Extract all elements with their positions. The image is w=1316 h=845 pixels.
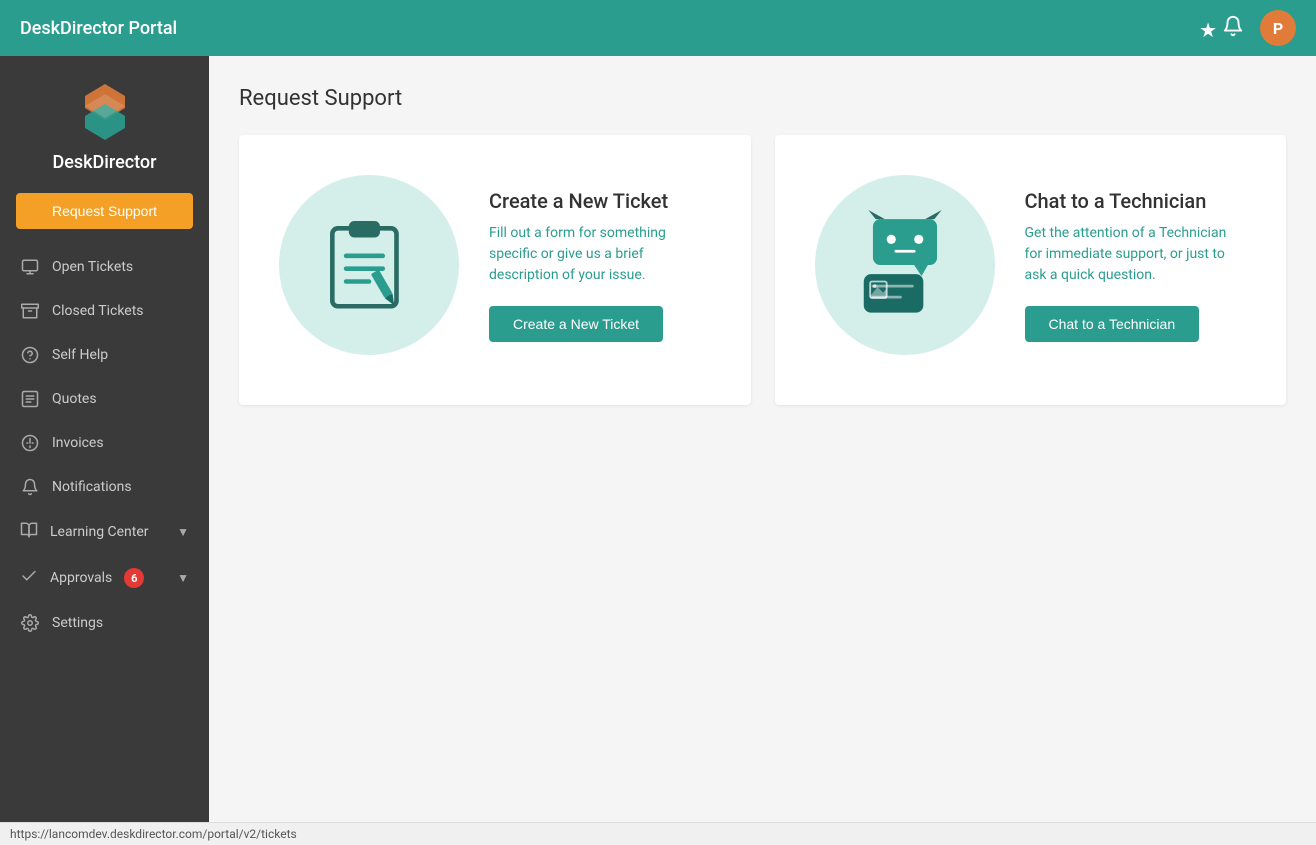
create-ticket-title: Create a New Ticket — [489, 189, 711, 213]
statusbar: https://lancomdev.deskdirector.com/porta… — [0, 822, 1316, 845]
sidebar-item-open-tickets-label: Open Tickets — [52, 259, 133, 275]
sidebar-item-settings-label: Settings — [52, 615, 103, 631]
cards-row: Create a New Ticket Fill out a form for … — [239, 135, 1286, 405]
layout: DeskDirector Request Support Open Ticket… — [0, 56, 1316, 822]
sidebar-item-invoices[interactable]: Invoices — [0, 421, 209, 465]
user-avatar[interactable]: P — [1260, 10, 1296, 46]
create-ticket-description: Fill out a form for something specific o… — [489, 223, 711, 286]
sidebar-item-approvals-label: Approvals — [50, 570, 112, 586]
statusbar-url: https://lancomdev.deskdirector.com/porta… — [10, 827, 297, 841]
quotes-icon — [20, 389, 40, 409]
closed-tickets-icon — [20, 301, 40, 321]
approvals-badge: 6 — [124, 568, 144, 588]
learning-center-chevron-icon: ▼ — [177, 525, 189, 539]
approvals-icon — [20, 567, 38, 589]
approvals-chevron-icon: ▼ — [177, 571, 189, 585]
invoices-icon — [20, 433, 40, 453]
sidebar-item-closed-tickets-label: Closed Tickets — [52, 303, 144, 319]
sidebar-item-self-help[interactable]: Self Help — [0, 333, 209, 377]
self-help-icon — [20, 345, 40, 365]
topbar: DeskDirector Portal ★ P — [0, 0, 1316, 56]
create-ticket-illustration — [279, 175, 459, 355]
chat-technician-content: Chat to a Technician Get the attention o… — [1025, 189, 1247, 342]
sidebar-item-self-help-label: Self Help — [52, 347, 108, 363]
clipboard-icon — [314, 210, 424, 320]
main-content: Request Support — [209, 56, 1316, 822]
settings-icon — [20, 613, 40, 633]
chat-technician-card: Chat to a Technician Get the attention o… — [775, 135, 1287, 405]
chat-technician-button[interactable]: Chat to a Technician — [1025, 306, 1200, 342]
notifications-icon[interactable]: ★ — [1199, 15, 1244, 42]
sidebar-item-approvals[interactable]: Approvals 6 ▼ — [0, 555, 209, 601]
sidebar-item-notifications[interactable]: Notifications — [0, 465, 209, 509]
chat-technician-illustration — [815, 175, 995, 355]
sidebar-item-learning-center-label: Learning Center — [50, 524, 149, 540]
sidebar-item-open-tickets[interactable]: Open Tickets — [0, 245, 209, 289]
sidebar-item-invoices-label: Invoices — [52, 435, 104, 451]
sidebar-item-settings[interactable]: Settings — [0, 601, 209, 645]
chat-technician-description: Get the attention of a Technician for im… — [1025, 223, 1247, 286]
sidebar-logo-text: DeskDirector — [53, 152, 157, 173]
chat-icon — [850, 210, 960, 320]
create-ticket-button[interactable]: Create a New Ticket — [489, 306, 663, 342]
create-ticket-content: Create a New Ticket Fill out a form for … — [489, 189, 711, 342]
sidebar-item-quotes[interactable]: Quotes — [0, 377, 209, 421]
learning-center-icon — [20, 521, 38, 543]
notifications-sidebar-icon — [20, 477, 40, 497]
sidebar-item-learning-center[interactable]: Learning Center ▼ — [0, 509, 209, 555]
open-tickets-icon — [20, 257, 40, 277]
sidebar-logo-area: DeskDirector — [0, 56, 209, 193]
sidebar-item-closed-tickets[interactable]: Closed Tickets — [0, 289, 209, 333]
page-title: Request Support — [239, 86, 1286, 111]
app-title: DeskDirector Portal — [20, 18, 177, 39]
deskdirector-logo-icon — [73, 80, 137, 144]
chat-technician-title: Chat to a Technician — [1025, 189, 1247, 213]
request-support-sidebar-button[interactable]: Request Support — [16, 193, 193, 229]
sidebar-item-quotes-label: Quotes — [52, 391, 97, 407]
topbar-right: ★ P — [1199, 10, 1296, 46]
sidebar-item-notifications-label: Notifications — [52, 479, 132, 495]
create-ticket-card: Create a New Ticket Fill out a form for … — [239, 135, 751, 405]
sidebar: DeskDirector Request Support Open Ticket… — [0, 56, 209, 822]
